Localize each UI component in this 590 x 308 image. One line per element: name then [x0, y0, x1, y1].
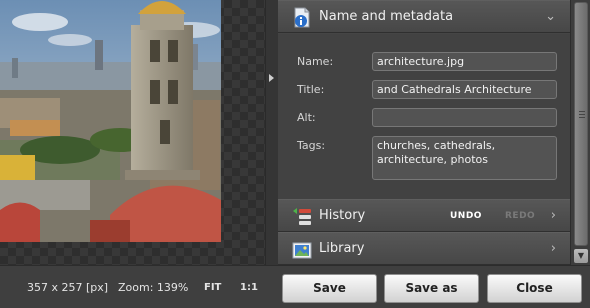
alt-label: Alt:: [297, 111, 316, 124]
title-field[interactable]: and Cathedrals Architecture: [372, 80, 557, 99]
fit-button[interactable]: FIT: [204, 282, 221, 293]
grip-line: [579, 117, 585, 118]
chevron-down-icon[interactable]: ⌄: [545, 9, 556, 24]
scroll-down-arrow-icon[interactable]: ▼: [574, 249, 588, 263]
close-button[interactable]: Close: [487, 274, 582, 303]
chevron-right-icon[interactable]: ›: [551, 241, 556, 256]
metadata-section-title: Name and metadata: [319, 9, 454, 24]
title-label: Title:: [297, 83, 325, 96]
grip-line: [579, 114, 585, 115]
undo-button[interactable]: UNDO: [450, 211, 482, 221]
library-section-header[interactable]: Library ›: [278, 232, 570, 265]
grip-line: [579, 111, 585, 112]
panel-scrollbar[interactable]: ▼: [570, 0, 590, 265]
metadata-form: Name: architecture.jpg Title: and Cathed…: [278, 34, 570, 199]
library-section-title: Library: [319, 241, 365, 256]
scrollbar-thumb[interactable]: [574, 2, 588, 246]
chevron-right-icon[interactable]: ›: [551, 208, 556, 223]
actual-size-button[interactable]: 1:1: [240, 282, 258, 293]
footer-toolbar: 357 x 257 [px] Zoom: 139% FIT 1:1 Save S…: [0, 265, 590, 308]
history-section-header[interactable]: History UNDO REDO ›: [278, 199, 570, 232]
name-label: Name:: [297, 55, 334, 68]
library-icon: [291, 239, 313, 261]
document-info-icon: [291, 7, 313, 29]
name-field[interactable]: architecture.jpg: [372, 52, 557, 71]
save-button[interactable]: Save: [282, 274, 377, 303]
image-dimensions: 357 x 257 [px]: [27, 281, 109, 294]
history-section-title: History: [319, 208, 366, 223]
tags-label: Tags:: [297, 139, 326, 152]
alt-field[interactable]: [372, 108, 557, 127]
panel-collapse-strip[interactable]: [265, 0, 278, 265]
tags-field[interactable]: churches, cathedrals, architecture, phot…: [372, 136, 557, 180]
metadata-section-header[interactable]: Name and metadata ⌄: [278, 0, 570, 33]
image-preview: [0, 0, 221, 242]
save-as-button[interactable]: Save as: [384, 274, 479, 303]
side-panel: Name and metadata ⌄ Name: architecture.j…: [278, 0, 570, 265]
image-canvas[interactable]: [0, 0, 265, 265]
zoom-level: Zoom: 139%: [118, 281, 189, 294]
redo-button[interactable]: REDO: [505, 211, 535, 221]
chevron-right-icon[interactable]: [269, 74, 274, 82]
history-icon: [291, 206, 313, 228]
